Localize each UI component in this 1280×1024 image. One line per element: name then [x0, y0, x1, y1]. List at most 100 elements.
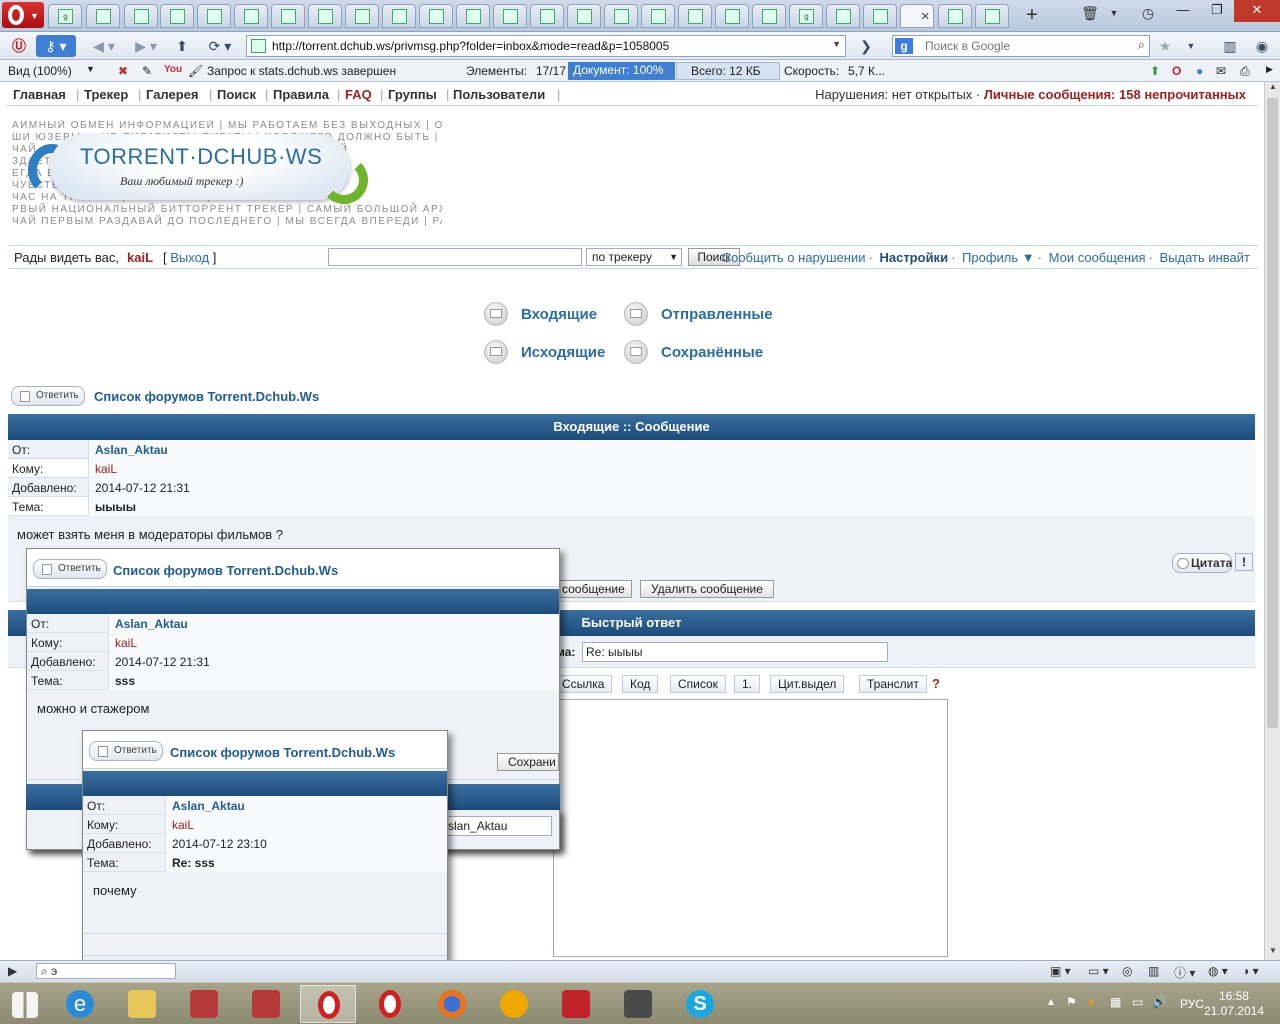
menu-item-groups[interactable]: Группы [388, 87, 437, 102]
browser-tab[interactable] [271, 4, 305, 28]
network-icon[interactable]: ▦ [1110, 995, 1121, 1009]
recipient-name[interactable]: kaiL [115, 636, 137, 650]
chevron-down-icon[interactable]: ▼ [86, 64, 95, 74]
browser-tab[interactable] [678, 4, 712, 28]
quick-reply-textarea[interactable] [553, 699, 948, 957]
taskbar-ie[interactable]: e [52, 985, 108, 1023]
brush-icon[interactable]: 🖌 [188, 64, 203, 78]
menu-item-rules[interactable]: Правила [273, 87, 329, 102]
new-tab-icon[interactable]: + [1016, 4, 1048, 28]
home-up-icon[interactable]: ⬆ [170, 35, 194, 57]
language-indicator[interactable]: РУС [1180, 997, 1204, 1011]
printer-icon[interactable]: ⎙ [1240, 64, 1250, 79]
forum-index-link[interactable]: Список форумов Torrent.Dchub.Ws [113, 563, 338, 578]
browser-tab[interactable] [234, 4, 268, 28]
search-scope-select[interactable]: по трекеру ▼ [586, 248, 682, 266]
pm-folder-saved[interactable]: Сохранённые [661, 344, 763, 361]
settings-link[interactable]: Настройки [879, 250, 948, 265]
logout-link[interactable]: Выход [170, 250, 209, 265]
browser-tab[interactable] [715, 4, 749, 28]
web-search-box[interactable]: g ⌕ [892, 35, 1150, 57]
bbcode-quote-selection-button[interactable]: Цит.выдел [770, 675, 845, 693]
start-button[interactable] [0, 985, 50, 1023]
taskbar-app[interactable] [238, 985, 294, 1023]
report-icon[interactable]: ! [1235, 553, 1253, 571]
taskbar-skype[interactable]: S [672, 985, 728, 1023]
forum-index-link[interactable]: Список форумов Torrent.Dchub.Ws [170, 745, 395, 760]
menu-item-home[interactable]: Главная [13, 87, 66, 102]
pm-unread[interactable]: непрочитанных [1144, 87, 1246, 102]
page-scrollbar[interactable]: ▲ ▼ [1264, 82, 1280, 960]
recipient-name[interactable]: kaiL [172, 818, 194, 832]
minimize-icon[interactable]: — [1166, 0, 1200, 22]
reload-icon[interactable]: ⟳ ▾ [200, 35, 240, 57]
reply-button[interactable]: Ответить [33, 559, 107, 579]
pm-label[interactable]: Личные сообщения: [984, 87, 1116, 102]
bbcode-translit-button[interactable]: Транслит [859, 675, 927, 693]
trash-icon[interactable]: 🗑 [1076, 2, 1104, 26]
pm-folder-outbox[interactable]: Исходящие [521, 344, 605, 361]
browser-tab[interactable] [975, 4, 1009, 28]
find-in-page-input[interactable]: ⌕ э [36, 963, 176, 979]
back-icon[interactable]: ◀ ▾ [86, 35, 122, 57]
panels-icon[interactable]: ▥ [1216, 35, 1244, 57]
my-messages-link[interactable]: Мои сообщения [1049, 250, 1146, 265]
scroll-up-icon[interactable]: ▲ [1265, 82, 1280, 96]
turbo-icon[interactable]: ◎ [1122, 964, 1132, 978]
delete-message-button[interactable]: Удалить сообщение [640, 580, 774, 598]
image-toggle-icon[interactable]: ▣ ▾ [1050, 964, 1071, 978]
browser-tab[interactable] [160, 4, 194, 28]
zoom-level[interactable]: Вид (100%) [8, 64, 72, 78]
browser-tab[interactable] [308, 4, 342, 28]
save-message-button[interactable]: сообщение [555, 580, 632, 598]
popup-recipient-field[interactable]: slan_Aktau [447, 816, 552, 836]
block-icon[interactable]: ✖ [118, 64, 128, 78]
profile-link[interactable]: Профиль ▼ [962, 250, 1035, 265]
search-icon[interactable]: ⌕ [1138, 37, 1145, 53]
taskbar-app[interactable] [486, 985, 542, 1023]
pause-icon[interactable]: ⏸ [1088, 995, 1094, 1010]
browser-tab[interactable]: g [48, 4, 82, 28]
browser-tab[interactable] [456, 4, 490, 28]
tracker-search-input[interactable] [328, 248, 582, 266]
mail-icon[interactable]: ✉ [1216, 64, 1226, 78]
browser-tab[interactable] [493, 4, 527, 28]
message-popup-2[interactable]: Ответить Список форумов Torrent.Dchub.Ws… [82, 730, 448, 960]
opera-menu-button[interactable]: ▼ [2, 2, 44, 28]
clock[interactable]: 16:58 21.07.2014 [1204, 989, 1264, 1019]
menu-item-users[interactable]: Пользователи [453, 87, 545, 102]
info-icon[interactable]: ⓘ ▾ [1174, 964, 1195, 981]
browser-tab[interactable] [530, 4, 564, 28]
browser-tab[interactable] [938, 4, 972, 28]
scrollbar-thumb[interactable] [1267, 98, 1278, 728]
page-icon[interactable]: ▭ ▾ [1088, 964, 1109, 978]
violations-status[interactable]: Нарушения: нет открытых [815, 87, 972, 102]
reply-button[interactable]: Ответить [89, 741, 163, 761]
volume-icon[interactable]: 🔊 [1152, 995, 1167, 1009]
browser-tab[interactable] [382, 4, 416, 28]
browser-tab[interactable] [124, 4, 158, 28]
search-input[interactable] [925, 38, 1125, 54]
user-icon[interactable]: ◉ [1248, 35, 1276, 57]
adblock-icon[interactable]: Ⓤ [6, 35, 32, 57]
forum-index-link[interactable]: Список форумов Torrent.Dchub.Ws [94, 389, 319, 404]
sender-name[interactable]: Aslan_Aktau [115, 617, 188, 631]
menu-item-search[interactable]: Поиск [217, 87, 256, 102]
green-arrow-icon[interactable]: ⬆ [1150, 64, 1160, 78]
bbcode-link-button[interactable]: Ссылка [554, 675, 613, 693]
menu-item-gallery[interactable]: Галерея [146, 87, 199, 102]
popup-save-button[interactable]: Сохрани [497, 753, 559, 771]
globe-icon[interactable]: ◍ ▾ [1208, 964, 1228, 978]
chevron-down-icon[interactable]: ▼ [832, 39, 841, 49]
bbcode-code-button[interactable]: Код [622, 675, 659, 693]
chevron-down-icon[interactable]: ▼ [1106, 2, 1122, 26]
maximize-icon[interactable]: ❐ [1200, 0, 1234, 22]
report-violation-link[interactable]: Сообщить о нарушении [722, 250, 866, 265]
menu-item-tracker[interactable]: Трекер [84, 87, 128, 102]
taskbar-app[interactable] [176, 985, 232, 1023]
taskbar-app[interactable] [548, 985, 604, 1023]
close-tab-icon[interactable]: ✕ [921, 10, 930, 23]
give-invite-link[interactable]: Выдать инвайт [1159, 250, 1250, 265]
taskbar-firefox[interactable] [424, 985, 480, 1023]
chevron-down-icon[interactable]: ▼ [1182, 35, 1200, 57]
